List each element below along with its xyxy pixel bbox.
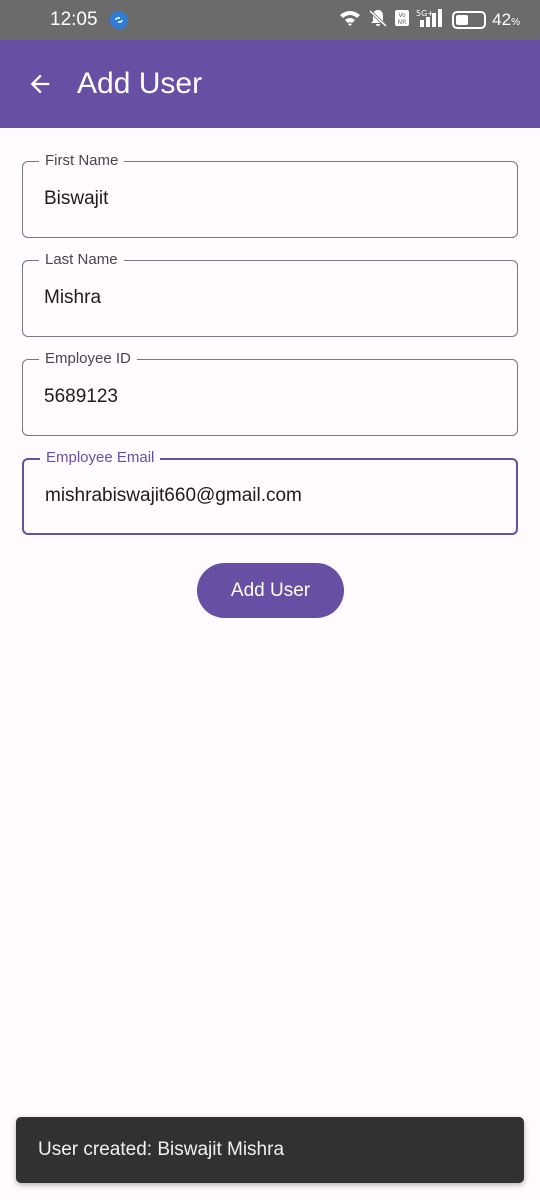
employee-email-field: Employee Email	[22, 449, 518, 535]
last-name-input[interactable]	[44, 287, 494, 309]
back-button[interactable]	[20, 64, 60, 104]
link-app-icon	[109, 11, 128, 29]
wifi-icon	[338, 9, 362, 32]
arrow-back-icon	[30, 74, 50, 94]
signal-5g-icon: 5G+	[416, 8, 446, 33]
employee-email-input[interactable]	[45, 485, 495, 507]
battery-percent: 42%	[492, 10, 520, 29]
svg-text:5G+: 5G+	[416, 9, 434, 18]
first-name-label: First Name	[39, 152, 125, 170]
employee-id-input[interactable]	[44, 386, 494, 408]
svg-text:NR: NR	[398, 19, 407, 26]
notifications-off-icon	[368, 8, 388, 33]
status-icons: Vo NR 5G+ 42%	[338, 8, 520, 33]
volte-icon: Vo NR	[394, 9, 410, 32]
last-name-label: Last Name	[39, 251, 124, 269]
svg-text:Vo: Vo	[399, 12, 407, 19]
employee-id-field: Employee ID	[22, 350, 518, 436]
add-user-button[interactable]: Add User	[197, 563, 344, 618]
employee-email-label: Employee Email	[40, 449, 161, 467]
first-name-field: First Name	[22, 152, 518, 238]
first-name-input[interactable]	[44, 188, 494, 210]
top-app-bar: Add User	[0, 40, 540, 128]
battery-icon	[452, 11, 487, 29]
snackbar: User created: Biswajit Mishra	[16, 1117, 524, 1183]
employee-id-label: Employee ID	[39, 350, 137, 368]
status-bar: 12:05 Vo NR 5G+ 42%	[0, 0, 540, 40]
page-title: Add User	[77, 67, 203, 100]
status-time: 12:05	[50, 9, 98, 30]
snackbar-message: User created: Biswajit Mishra	[38, 1139, 285, 1160]
last-name-field: Last Name	[22, 251, 518, 337]
